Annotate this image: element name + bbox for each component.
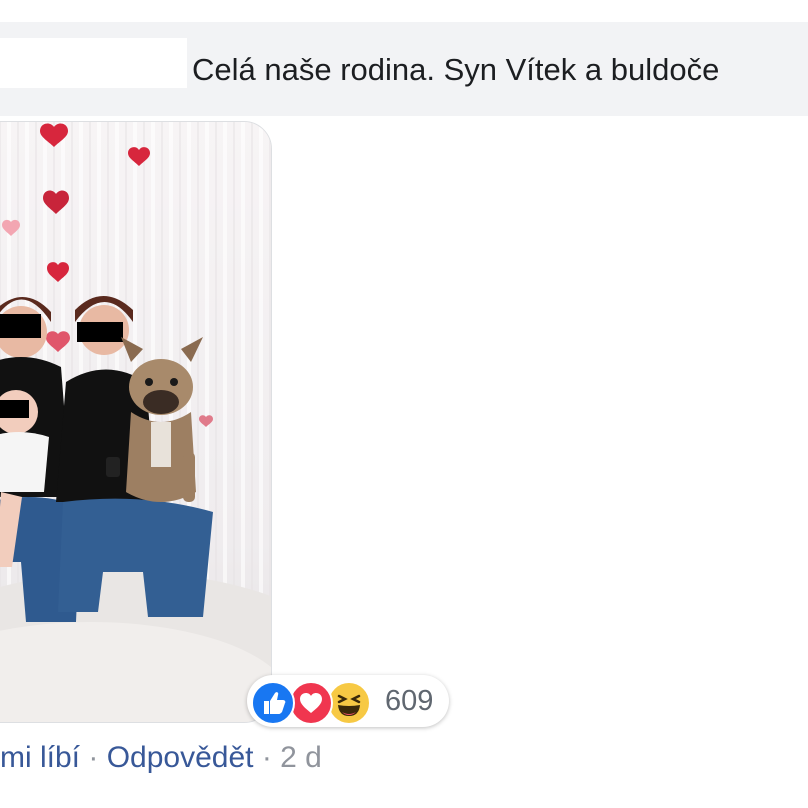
like-link[interactable]: mi líbí	[0, 741, 80, 774]
comment-photo[interactable]	[0, 121, 272, 723]
comment-thread: Celá naše rodina. Syn Vítek a buldoče 60…	[0, 0, 808, 808]
comment-text: Celá naše rodina. Syn Vítek a buldoče	[192, 52, 720, 87]
comment-actions: mi líbí · Odpovědět · 2 d	[0, 740, 322, 776]
reply-link[interactable]: Odpovědět	[107, 741, 254, 774]
redacted-author-name	[0, 38, 187, 88]
family-photo-illustration	[0, 122, 271, 722]
haha-icon	[327, 681, 371, 725]
like-icon	[251, 681, 295, 725]
timestamp-link[interactable]: 2 d	[280, 741, 322, 774]
reaction-count: 609	[385, 685, 434, 717]
separator: ·	[88, 741, 107, 774]
love-icon	[289, 681, 333, 725]
separator: ·	[261, 741, 281, 774]
reactions-summary[interactable]: 609	[247, 675, 449, 727]
